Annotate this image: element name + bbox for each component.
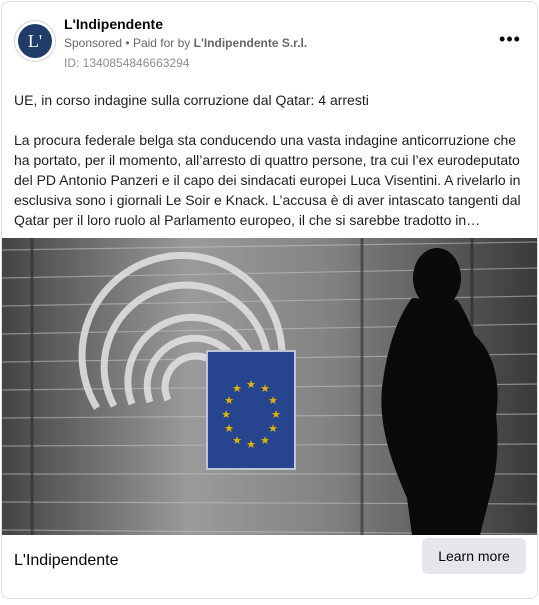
sponsored-line: Sponsored • Paid for by L'Indipendente S…	[64, 36, 307, 50]
logo-icon: L'	[18, 24, 52, 58]
sponsored-label: Sponsored	[64, 36, 123, 50]
post-image[interactable]: ★ ★ ★ ★ ★ ★ ★ ★ ★ ★ ★ ★	[2, 238, 537, 535]
post-body: UE, in corso indagine sulla corruzione d…	[14, 90, 528, 230]
page-name-link[interactable]: L'Indipendente	[64, 16, 163, 32]
ad-header: L' L'Indipendente Sponsored • Paid for b…	[2, 2, 537, 82]
more-horizontal-icon[interactable]: •••	[499, 30, 521, 54]
post-headline: UE, in corso indagine sulla corruzione d…	[14, 92, 369, 108]
eu-parliament-photo: ★ ★ ★ ★ ★ ★ ★ ★ ★ ★ ★ ★	[2, 238, 537, 535]
footer-source-name[interactable]: L'Indipendente	[14, 552, 118, 570]
ad-id: ID: 1340854846663294	[64, 56, 190, 70]
post-excerpt: La procura federale belga sta conducendo…	[14, 132, 521, 228]
learn-more-button[interactable]: Learn more	[422, 538, 526, 574]
page-avatar[interactable]: L'	[14, 20, 56, 62]
paid-for-prefix: Paid for by	[132, 36, 191, 50]
paid-for-entity: L'Indipendente S.r.l.	[193, 36, 308, 50]
ad-card: L' L'Indipendente Sponsored • Paid for b…	[1, 1, 538, 599]
ad-footer: L'Indipendente Learn more	[2, 535, 537, 598]
separator-dot: •	[125, 36, 130, 50]
